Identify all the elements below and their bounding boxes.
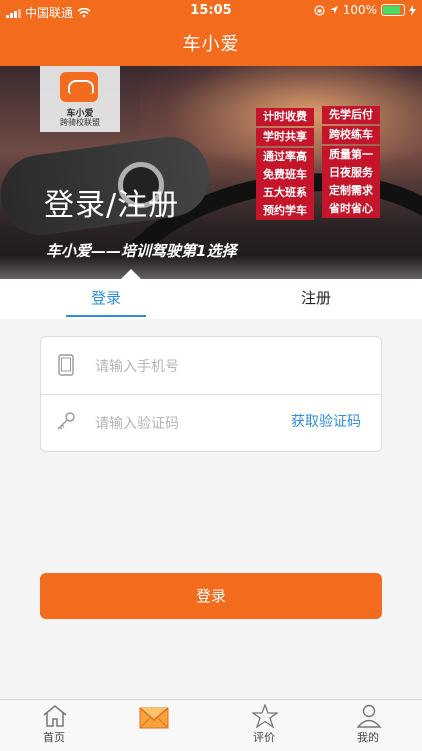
feature-ribbon: 质量第一 <box>322 146 380 164</box>
tabbar-rate-label: 评价 <box>253 731 275 744</box>
auth-tabs: 登录 注册 <box>0 279 422 319</box>
login-form: 获取验证码 <box>40 336 382 452</box>
feature-ribbon: 定制需求 <box>322 182 380 200</box>
feature-ribbon: 先学后付 <box>322 106 380 124</box>
feature-ribbon: 五大班系 <box>256 184 314 202</box>
feature-ribbon: 日夜服务 <box>322 164 380 182</box>
code-row: 获取验证码 <box>41 394 381 451</box>
key-icon <box>57 412 75 430</box>
user-icon <box>356 704 382 728</box>
battery-icon <box>381 4 405 16</box>
tab-login[interactable]: 登录 <box>46 279 166 319</box>
feature-ribbon: 学时共享 <box>256 128 314 146</box>
envelope-icon <box>139 707 169 729</box>
charging-icon <box>409 4 416 16</box>
logo-tagline: 跨骑校联盟 <box>60 118 100 127</box>
status-bar: 中国联通 15:05 100% <box>0 0 422 22</box>
page-title: 车小爱 <box>182 34 240 55</box>
phone-icon <box>58 354 74 376</box>
tab-pointer <box>121 269 141 279</box>
tabbar-mine-label: 我的 <box>357 731 379 744</box>
phone-row <box>41 337 381 395</box>
brand-logo: 车小爱 跨骑校联盟 <box>40 66 120 132</box>
home-icon <box>43 705 67 727</box>
feature-ribbon: 预约学车 <box>256 202 314 220</box>
feature-ribbon: 通过率高 <box>256 148 314 166</box>
tabbar-messages[interactable] <box>114 700 194 751</box>
tabbar-mine[interactable]: 我的 <box>328 700 408 751</box>
location-icon <box>329 6 338 14</box>
feature-ribbon: 省时省心 <box>322 200 380 218</box>
banner-title: 登录/注册 <box>44 188 180 223</box>
tabbar-home-label: 首页 <box>43 731 65 744</box>
hero-banner: 车小爱 跨骑校联盟 计时收费 先学后付 学时共享 跨校练车 通过率高 质量第一 … <box>0 66 422 279</box>
car-logo-icon <box>60 72 98 102</box>
active-tab-indicator <box>66 315 146 317</box>
star-icon <box>252 704 278 728</box>
get-code-button[interactable]: 获取验证码 <box>291 411 361 431</box>
bottom-tab-bar: 首页 评价 我的 <box>0 699 422 751</box>
tabbar-rate[interactable]: 评价 <box>224 700 304 751</box>
code-input[interactable] <box>93 410 297 438</box>
feature-ribbon: 计时收费 <box>256 108 314 126</box>
login-button[interactable]: 登录 <box>40 573 382 619</box>
feature-ribbon: 免费班车 <box>256 166 314 184</box>
banner-subtitle: 车小爱——培训驾驶第1选择 <box>46 242 237 260</box>
battery-percent: 100% <box>342 3 377 17</box>
tab-register[interactable]: 注册 <box>256 279 376 319</box>
top-bar: 中国联通 15:05 100% 车小爱 <box>0 0 422 66</box>
phone-input[interactable] <box>93 353 297 381</box>
tabbar-home[interactable]: 首页 <box>14 700 94 751</box>
lock-rotation-icon <box>314 4 325 16</box>
feature-ribbon: 跨校练车 <box>322 126 380 144</box>
